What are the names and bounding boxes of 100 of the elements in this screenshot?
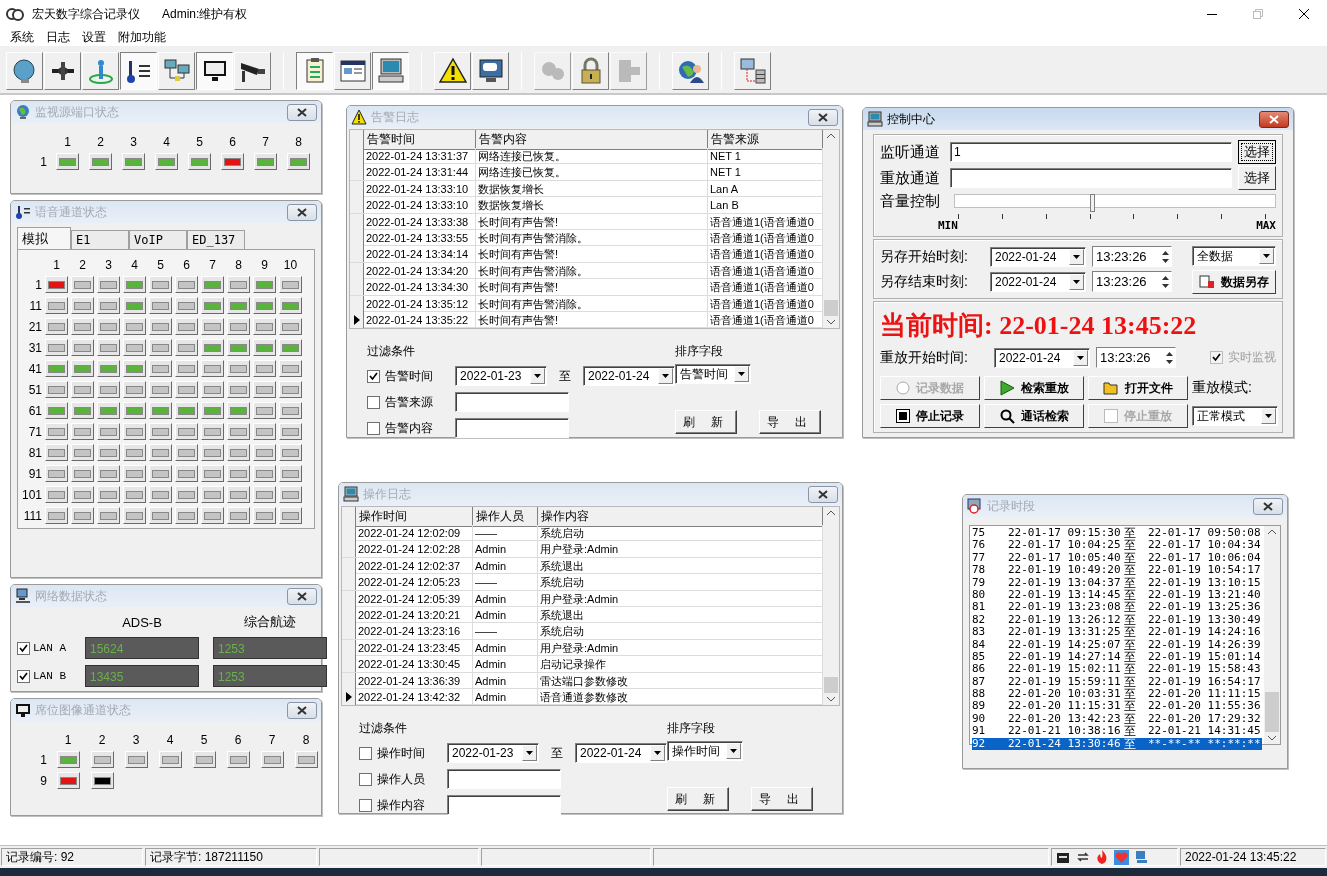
date-dropdown[interactable]: 2022-01-24	[994, 347, 1090, 368]
input-field[interactable]	[455, 392, 569, 413]
action-button[interactable]: 检索重放	[984, 376, 1084, 400]
input-field[interactable]	[447, 795, 561, 816]
list-item[interactable]: 83 22-01-19 13:31:25 至 22-01-19 14:24:16	[972, 626, 1262, 639]
list-item[interactable]: 77 22-01-17 10:05:40 至 22-01-17 10:06:04	[972, 551, 1262, 565]
tab[interactable]: VoIP	[129, 230, 187, 249]
action-button[interactable]: 通话检索	[984, 404, 1084, 428]
toolbar-button[interactable]	[296, 51, 333, 90]
list-item[interactable]: 75 22-01-17 09:15:30 至 22-01-17 09:50:08	[972, 527, 1262, 540]
mode-dropdown[interactable]: 正常模式	[1192, 406, 1278, 426]
row-number: 1	[40, 154, 47, 169]
date-dropdown[interactable]: 2022-01-24	[990, 246, 1086, 267]
close-button[interactable]	[1259, 110, 1289, 128]
table-cell: 2022-01-24 13:33:38	[364, 213, 476, 230]
select-button[interactable]: 选择	[1238, 140, 1276, 164]
menu-item[interactable]: 日志	[40, 28, 76, 46]
scrollbar[interactable]	[1264, 526, 1280, 744]
action-button[interactable]: 导 出	[751, 787, 813, 812]
scrollbar[interactable]	[823, 130, 839, 329]
row-number: 1	[35, 277, 42, 292]
input-field[interactable]	[447, 769, 561, 790]
window-title: 语音通道状态	[35, 203, 107, 221]
list-item[interactable]: 84 22-01-19 14:25:07 至 22-01-19 14:26:39	[972, 638, 1262, 651]
date-dropdown[interactable]: 2022-01-23	[447, 743, 539, 764]
date-dropdown[interactable]: 2022-01-23	[455, 366, 547, 387]
type-dropdown[interactable]: 全数据	[1192, 246, 1276, 266]
toolbar-button[interactable]	[120, 51, 157, 90]
table-cell: ——	[473, 574, 538, 591]
tab[interactable]: 模拟	[17, 227, 71, 249]
checkbox[interactable]: 操作时间	[359, 744, 439, 762]
column-number: 7	[209, 258, 216, 272]
scroll-thumb[interactable]	[1265, 692, 1279, 732]
sort-dropdown[interactable]: 告警时间	[675, 364, 751, 385]
column-header[interactable]: 告警时间	[364, 130, 476, 150]
input-field[interactable]: 1	[950, 142, 1232, 162]
list-item[interactable]: 88 22-01-20 10:03:31 至 22-01-20 11:11:15	[972, 688, 1262, 701]
list-item[interactable]: 92 22-01-24 13:30:46 至 **-**-** **:**:**	[972, 737, 1262, 751]
caret-icon	[1265, 414, 1272, 418]
checkbox[interactable]: 告警来源	[367, 393, 447, 411]
close-button[interactable]	[1253, 497, 1283, 515]
row-number: 71	[28, 424, 42, 439]
list-item[interactable]: 78 22-01-19 10:49:20 至 22-01-19 10:54:17	[972, 564, 1262, 577]
checkbox[interactable]: LAN A	[17, 641, 71, 655]
tab[interactable]: ED_137	[187, 230, 245, 249]
close-button[interactable]	[808, 108, 838, 126]
time-field[interactable]: 13:23:26	[1092, 246, 1172, 267]
toolbar-button[interactable]	[196, 51, 233, 90]
time-field[interactable]: 13:23:26	[1092, 271, 1172, 292]
scroll-thumb[interactable]	[824, 677, 838, 694]
list-item[interactable]: 89 22-01-20 11:15:31 至 22-01-20 11:55:36	[972, 700, 1262, 713]
list-item[interactable]: 86 22-01-19 15:02:11 至 22-01-19 15:58:43	[972, 663, 1262, 676]
action-button[interactable]: 刷 新	[667, 787, 729, 812]
column-header[interactable]: 操作内容	[538, 507, 823, 527]
list-item[interactable]: 79 22-01-19 13:04:37 至 22-01-19 13:10:15	[972, 576, 1262, 589]
close-button[interactable]	[287, 103, 317, 121]
column-header[interactable]: 告警内容	[476, 130, 708, 150]
column-header[interactable]: 操作时间	[356, 507, 473, 527]
scroll-thumb[interactable]	[824, 300, 838, 317]
scrollbar[interactable]	[823, 507, 839, 706]
list-item[interactable]: 91 22-01-21 10:38:16 至 22-01-21 14:31:45	[972, 725, 1262, 738]
action-button[interactable]: 刷 新	[675, 410, 737, 435]
column-header[interactable]: 操作人员	[473, 507, 538, 527]
close-button[interactable]	[287, 203, 317, 221]
input-field[interactable]	[455, 418, 569, 439]
menu-item[interactable]: 附加功能	[112, 28, 172, 46]
tab[interactable]: E1	[71, 230, 129, 249]
list-item[interactable]: 76 22-01-17 10:04:25 至 22-01-17 10:04:34	[972, 539, 1262, 552]
menu-item[interactable]: 系统	[4, 28, 40, 46]
date-dropdown[interactable]: 2022-01-24	[583, 366, 675, 387]
date-dropdown[interactable]: 2022-01-24	[575, 743, 667, 764]
checkbox[interactable]: 操作人员	[359, 770, 439, 788]
date-dropdown[interactable]: 2022-01-24	[990, 271, 1086, 292]
input-field[interactable]	[950, 168, 1232, 188]
list-item[interactable]: 80 22-01-19 13:14:45 至 22-01-19 13:21:40	[972, 588, 1262, 602]
list-item[interactable]: 85 22-01-19 14:27:14 至 22-01-19 15:01:14	[972, 650, 1262, 664]
list-item[interactable]: 87 22-01-19 15:59:11 至 22-01-19 16:54:17	[972, 675, 1262, 689]
checkbox[interactable]: 告警时间	[367, 367, 447, 385]
sort-dropdown[interactable]: 操作时间	[667, 741, 743, 762]
checkbox[interactable]: LAN B	[17, 669, 71, 683]
select-button[interactable]: 选择	[1238, 166, 1276, 190]
list-item[interactable]: 82 22-01-19 13:26:12 至 22-01-19 13:30:49	[972, 613, 1262, 627]
list-item[interactable]: 81 22-01-19 13:23:08 至 22-01-19 13:25:36	[972, 601, 1262, 614]
save-button[interactable]: 数据另存	[1192, 270, 1276, 294]
time-field[interactable]: 13:23:26	[1096, 347, 1176, 368]
checkbox[interactable]: 操作内容	[359, 796, 439, 814]
action-button[interactable]: 停止记录	[880, 404, 980, 428]
column-header[interactable]: 告警来源	[708, 130, 823, 150]
close-button[interactable]	[808, 485, 838, 503]
action-button[interactable]: 导 出	[759, 410, 821, 435]
close-button[interactable]	[287, 701, 317, 719]
check-icon	[369, 371, 378, 381]
close-button[interactable]	[287, 587, 317, 605]
action-button[interactable]: 打开文件	[1088, 376, 1188, 400]
slider-thumb[interactable]	[1089, 194, 1095, 212]
list-item[interactable]: 90 22-01-20 13:42:23 至 22-01-20 17:29:32	[972, 712, 1262, 726]
monitor-icon	[476, 56, 505, 85]
checkbox[interactable]: 告警内容	[367, 419, 447, 437]
close-icon	[1299, 9, 1309, 19]
menu-item[interactable]: 设置	[76, 28, 112, 46]
